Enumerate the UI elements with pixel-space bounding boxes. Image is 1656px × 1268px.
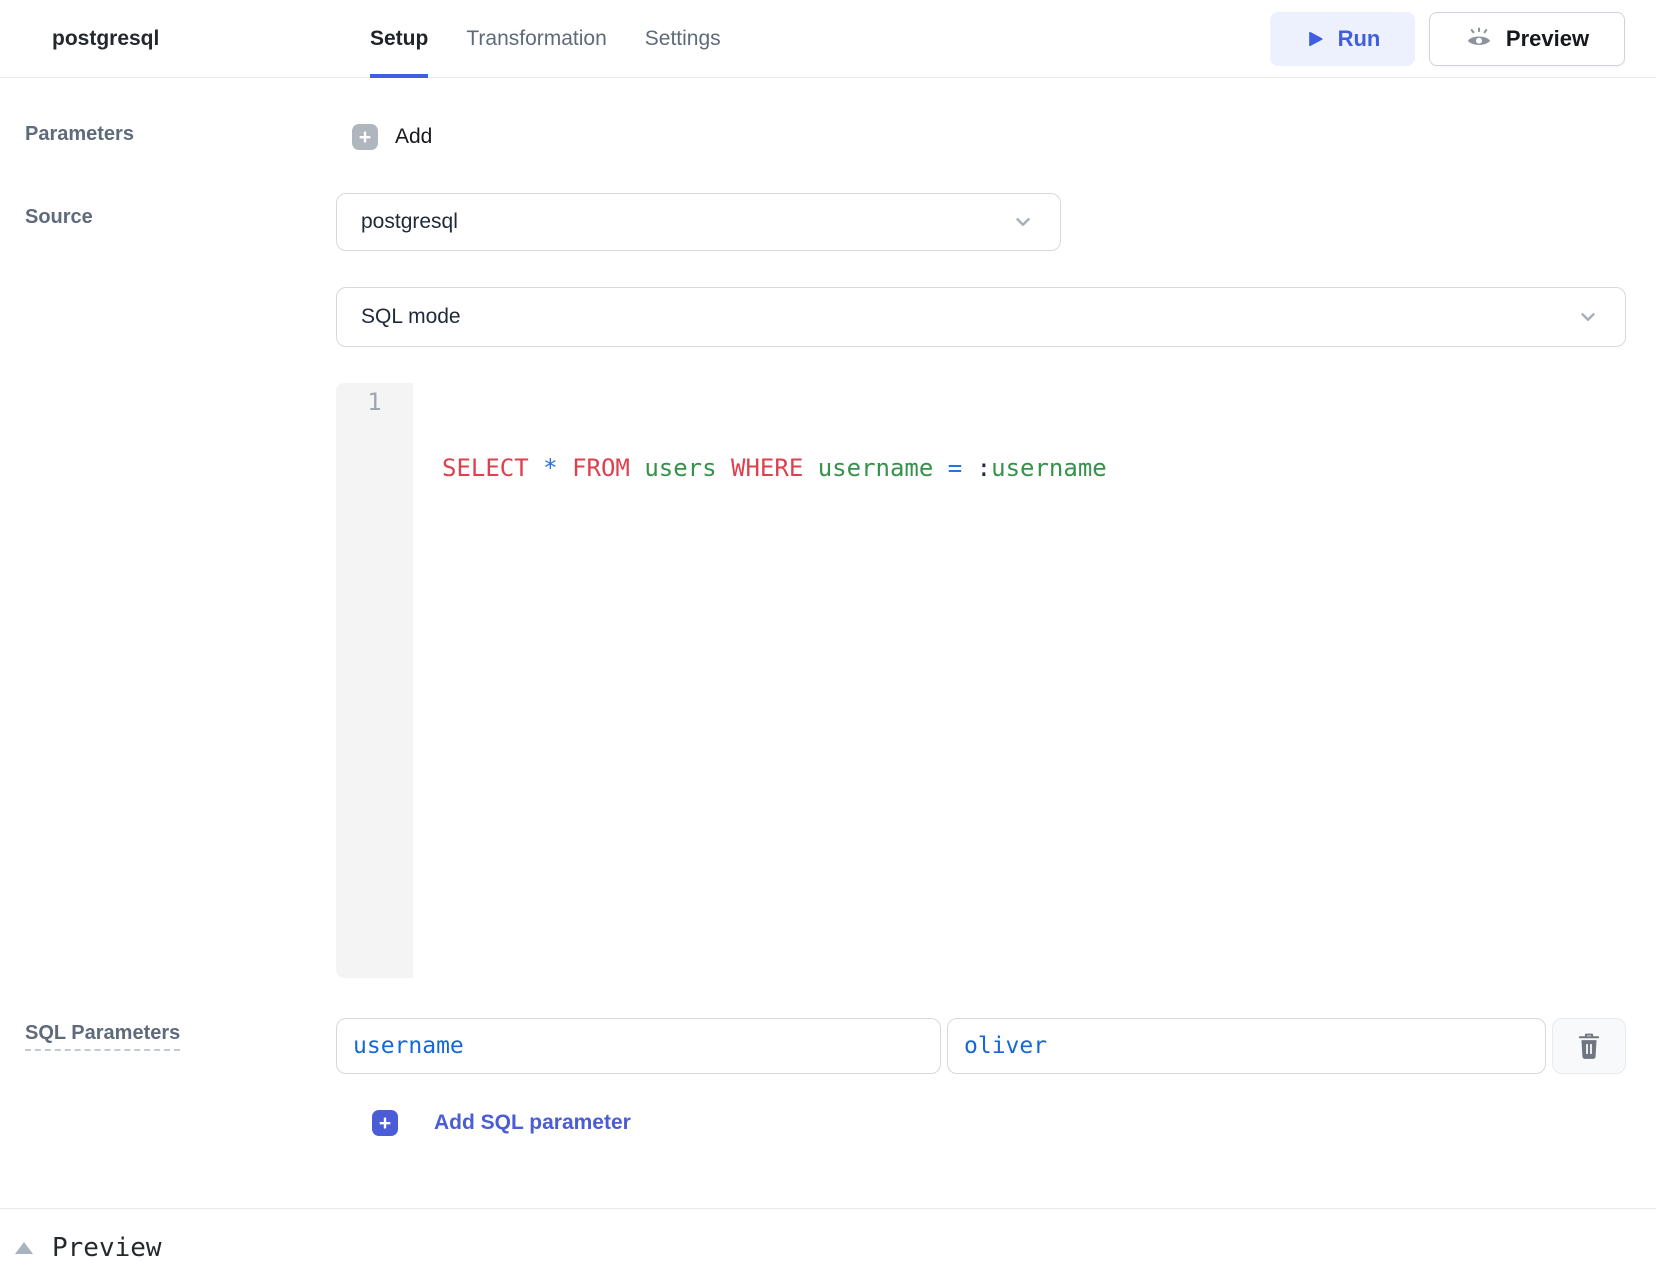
page-title: postgresql <box>52 27 159 51</box>
sql-parameter-name-input[interactable] <box>336 1018 941 1074</box>
chevron-down-icon <box>1012 211 1034 233</box>
add-sql-parameter-button[interactable]: + Add SQL parameter <box>372 1108 631 1138</box>
header: postgresql Setup Transformation Settings… <box>0 0 1656 78</box>
tab-transformation[interactable]: Transformation <box>466 0 606 78</box>
add-parameter-button[interactable]: + Add <box>352 118 432 156</box>
editor-code-area[interactable]: SELECT * FROM users WHERE username = :us… <box>413 383 1626 978</box>
preview-section: Preview <box>0 1208 1656 1268</box>
query-editor-panel: postgresql Setup Transformation Settings… <box>0 0 1656 1268</box>
source-select-value: postgresql <box>361 210 458 234</box>
plus-icon: + <box>352 124 378 150</box>
sql-parameter-row <box>336 1018 1626 1074</box>
sql-parameter-value-input[interactable] <box>947 1018 1546 1074</box>
line-number: 1 <box>336 388 413 416</box>
delete-parameter-button[interactable] <box>1552 1018 1626 1074</box>
chevron-down-icon <box>1577 306 1599 328</box>
tab-setup[interactable]: Setup <box>370 0 428 78</box>
run-button[interactable]: Run <box>1270 12 1415 66</box>
tab-settings[interactable]: Settings <box>645 0 721 78</box>
run-button-label: Run <box>1338 26 1381 52</box>
preview-section-label: Preview <box>52 1233 162 1263</box>
play-icon <box>1305 29 1325 49</box>
plus-icon: + <box>372 1110 398 1136</box>
sql-code-editor[interactable]: 1 SELECT * FROM users WHERE username = :… <box>336 383 1626 978</box>
preview-button-label: Preview <box>1506 26 1589 52</box>
preview-button[interactable]: Preview <box>1429 12 1625 66</box>
language-mode-value: SQL mode <box>361 305 461 329</box>
parameters-label: Parameters <box>25 123 134 146</box>
sql-parameters-label[interactable]: SQL Parameters <box>25 1022 180 1051</box>
eye-icon <box>1465 25 1493 53</box>
language-mode-select[interactable]: SQL mode <box>336 287 1626 347</box>
add-parameter-label: Add <box>395 125 432 149</box>
code-line-tokens: SELECT * FROM users WHERE username = :us… <box>442 452 1626 484</box>
add-sql-parameter-label: Add SQL parameter <box>434 1111 631 1135</box>
triangle-up-icon <box>15 1242 33 1254</box>
editor-gutter: 1 <box>336 383 413 978</box>
trash-icon <box>1576 1032 1602 1060</box>
preview-toggle[interactable]: Preview <box>0 1209 1656 1263</box>
tab-bar: Setup Transformation Settings <box>370 0 721 78</box>
source-label: Source <box>25 206 93 229</box>
source-select[interactable]: postgresql <box>336 193 1061 251</box>
header-actions: Run Preview <box>1270 12 1625 66</box>
